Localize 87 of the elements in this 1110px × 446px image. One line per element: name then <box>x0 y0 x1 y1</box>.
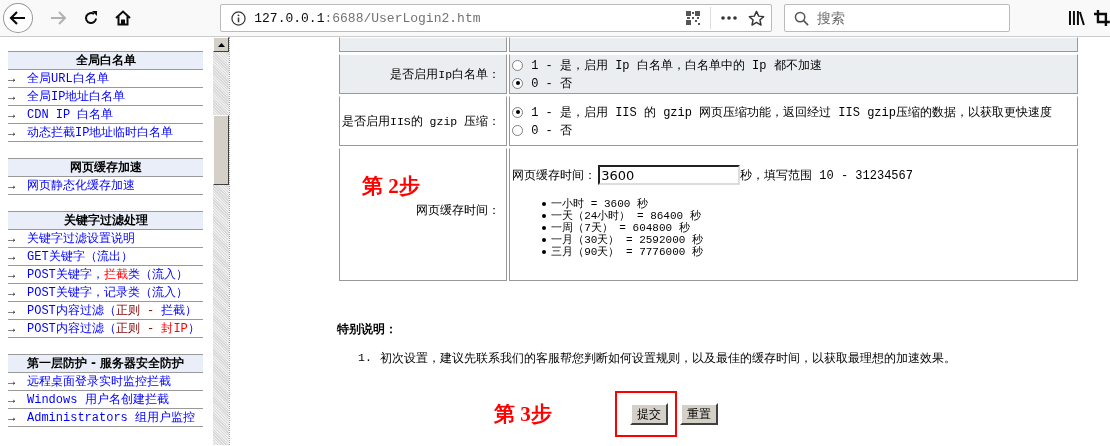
colored-link-text: 拦截 <box>103 268 128 282</box>
arrow-marker: → <box>8 392 17 407</box>
bullet-text: 一天（24小时） = 86400 秒 <box>551 210 701 222</box>
option-label: 1 - 是，启用 Ip 白名单，白名单中的 Ip 都不加速 <box>531 57 822 74</box>
search-input[interactable]: 搜索 <box>815 9 1000 27</box>
arrow-marker: → <box>8 107 17 122</box>
arrow-marker: → <box>8 89 17 104</box>
arrow-marker: → <box>8 410 17 425</box>
bullet-text: 一小时 = 3600 秒 <box>551 198 648 210</box>
radio-button[interactable] <box>512 106 524 118</box>
arrow-marker: → <box>8 285 17 300</box>
nav-link[interactable]: CDN IP 白名单 <box>27 106 114 123</box>
forward-icon <box>48 10 67 26</box>
bullet-dot <box>542 250 547 254</box>
nav-link[interactable]: 关键字过滤设置说明 <box>27 230 135 247</box>
star-icon[interactable] <box>748 9 766 27</box>
submit-button[interactable]: 提交 <box>629 403 668 425</box>
section-header: 关键字过滤处理 <box>8 211 203 230</box>
arrow-marker: → <box>8 125 17 140</box>
list-number: 1. <box>358 351 372 366</box>
colored-link-text: 正则 - <box>115 304 156 318</box>
nav-link[interactable]: 网页静态化缓存加速 <box>27 177 135 194</box>
nav-link[interactable]: 全局IP地址白名单 <box>27 88 126 105</box>
bullet-dot <box>542 238 547 242</box>
nav-link[interactable]: 动态拦截IP地址临时白名单 <box>27 124 174 141</box>
crop-icon[interactable] <box>1094 10 1110 26</box>
nav-link[interactable]: Windows 用户名创建拦截 <box>27 391 169 408</box>
search-icon <box>794 10 810 26</box>
home-icon <box>115 10 132 26</box>
nav-link[interactable]: GET关键字（流出） <box>27 248 133 265</box>
reset-button[interactable]: 重置 <box>679 403 718 425</box>
bullet-text: 一月（30天） = 2592000 秒 <box>551 234 703 246</box>
up-arrow-icon <box>217 42 225 47</box>
url-text: 127.0.0.1:6688/UserLogin2.htm <box>254 10 482 26</box>
library-icon[interactable] <box>1068 10 1087 26</box>
scrollbar[interactable] <box>213 37 229 445</box>
radio-button[interactable] <box>512 59 524 71</box>
info-icon <box>231 10 247 26</box>
search-bar[interactable]: 搜索 <box>784 4 1011 32</box>
qr-code-icon[interactable] <box>686 11 701 25</box>
address-bar[interactable]: 127.0.0.1:6688/UserLogin2.htm <box>220 4 773 32</box>
step-annotation: 第 2步 <box>362 174 420 198</box>
arrow-marker: → <box>8 71 17 86</box>
section-header: 全局白名单 <box>8 51 203 70</box>
reload-icon <box>83 10 100 26</box>
back-icon <box>8 10 27 26</box>
bullet-text: 三月（90天） = 7776000 秒 <box>551 246 703 258</box>
step-annotation: 第 3步 <box>494 401 552 428</box>
nav-link[interactable]: POST关键字，拦截类（流入） <box>27 266 188 283</box>
nav-link[interactable]: 远程桌面登录实时监控拦截 <box>27 373 171 390</box>
arrow-marker: → <box>8 374 17 389</box>
scroll-thumb[interactable] <box>213 115 229 185</box>
nav-link[interactable]: 全局URL白名单 <box>27 70 109 87</box>
field-label: 网页缓存时间： <box>416 204 501 217</box>
range-hint: 秒，填写范围 10 - 31234567 <box>740 167 913 184</box>
arrow-marker: → <box>8 303 17 318</box>
option-label: 0 - 否 <box>531 75 572 92</box>
arrow-marker: → <box>8 249 17 264</box>
radio-button[interactable] <box>512 124 524 136</box>
bullet-dot <box>542 202 547 206</box>
cache-time-field[interactable]: 3600 <box>598 165 741 185</box>
radio-button[interactable] <box>512 77 524 89</box>
arrow-marker: → <box>8 231 17 246</box>
scroll-up-button[interactable] <box>213 37 229 52</box>
colored-link-text: 封IP <box>161 322 188 336</box>
nav-link[interactable]: POST内容过滤（正则 - 拦截） <box>27 302 198 319</box>
option-label: 1 - 是，启用 IIS 的 gzip 网页压缩功能，返回经过 IIS gzip压缩的数据，以获取更快速度 <box>531 104 1052 121</box>
field-label: 是否启用Ip白名单： <box>390 67 501 81</box>
section-header: 网页缓存加速 <box>8 158 203 177</box>
back-button[interactable] <box>3 3 33 33</box>
colored-link-text: 正则 - <box>115 322 156 336</box>
nav-link[interactable]: POST关键字，记录类（流入） <box>27 284 188 301</box>
bullet-text: 一周（7天） = 604800 秒 <box>551 222 690 234</box>
more-icon[interactable] <box>721 16 738 20</box>
notes-title: 特别说明： <box>337 322 397 336</box>
field-label: 是否启用IIS的 gzip 压缩： <box>342 114 501 128</box>
bullet-dot <box>542 214 547 218</box>
section-header: 第一层防护 - 服务器安全防护 <box>8 354 203 373</box>
nav-link[interactable]: Administrators 组用户监控 <box>27 409 196 426</box>
arrow-marker: → <box>8 267 17 282</box>
nav-link[interactable]: POST内容过滤（正则 - 封IP） <box>27 320 200 337</box>
field-label: 网页缓存时间： <box>512 167 597 184</box>
arrow-marker: → <box>8 178 17 193</box>
arrow-marker: → <box>8 321 17 336</box>
bullet-dot <box>542 226 547 230</box>
option-label: 0 - 否 <box>531 122 572 139</box>
note-text: 初次设置，建议先联系我们的客服帮您判断如何设置规则，以及最佳的缓存时间，以获取最理想的加速效果。 <box>379 351 956 366</box>
